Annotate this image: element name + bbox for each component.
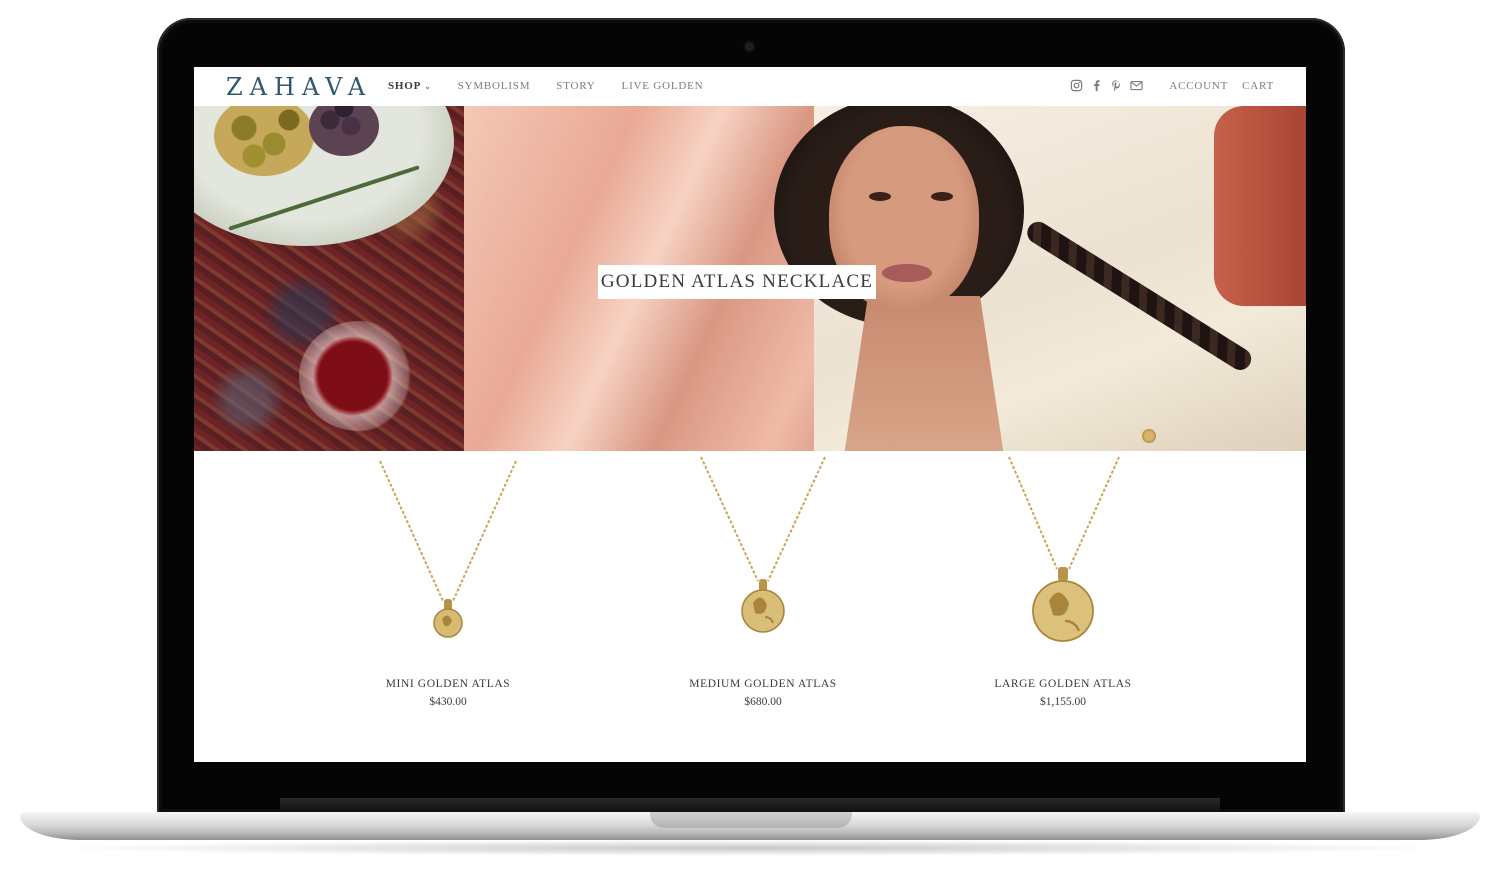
product-name: MEDIUM GOLDEN ATLAS (689, 678, 837, 690)
chevron-down-icon: ⌄ (424, 82, 432, 91)
product-grid: MINI GOLDEN ATLAS $430.00 MEDIUM GOLDEN … (194, 451, 1306, 762)
laptop-shadow (40, 840, 1460, 856)
browser-screen: ZAHAVA SHOP ⌄ SYMBOLISM STORY LIVE GOLDEN (194, 67, 1306, 762)
product-card-large[interactable]: LARGE GOLDEN ATLAS $1,155.00 (953, 451, 1173, 708)
top-navbar: ZAHAVA SHOP ⌄ SYMBOLISM STORY LIVE GOLDEN (194, 67, 1306, 106)
nav-item-story[interactable]: STORY (556, 80, 595, 92)
pendant-illustration (1142, 429, 1156, 443)
product-name: MINI GOLDEN ATLAS (385, 678, 511, 690)
main-nav: SHOP ⌄ SYMBOLISM STORY LIVE GOLDEN (388, 80, 729, 92)
nav-utilities: ACCOUNT CART (1070, 79, 1274, 92)
email-icon[interactable] (1130, 79, 1143, 92)
eye-illustration (869, 192, 891, 201)
eye-illustration (931, 192, 953, 201)
product-price: $680.00 (744, 696, 782, 708)
nav-item-live-golden[interactable]: LIVE GOLDEN (622, 80, 704, 92)
hero-banner: GOLDEN ATLAS NECKLACE (194, 106, 1306, 451)
product-price: $430.00 (429, 696, 467, 708)
instagram-icon[interactable] (1070, 79, 1083, 92)
lips-illustration (882, 264, 932, 282)
hero-title[interactable]: GOLDEN ATLAS NECKLACE (598, 265, 876, 299)
neck-illustration (844, 296, 1004, 451)
cart-link[interactable]: CART (1242, 80, 1274, 92)
nav-item-symbolism[interactable]: SYMBOLISM (458, 80, 531, 92)
necklace-image (1008, 456, 1120, 642)
wine-glass-illustration (299, 321, 419, 431)
nav-item-shop[interactable]: SHOP ⌄ (388, 80, 432, 92)
product-name: LARGE GOLDEN ATLAS (994, 678, 1132, 690)
product-card-medium[interactable]: MEDIUM GOLDEN ATLAS $680.00 (653, 451, 873, 708)
laptop-notch (650, 812, 852, 828)
pillow-illustration (1214, 106, 1306, 306)
facebook-icon[interactable] (1090, 79, 1103, 92)
brand-logo[interactable]: ZAHAVA (226, 73, 372, 101)
product-card-mini[interactable]: MINI GOLDEN ATLAS $430.00 (338, 451, 558, 708)
social-links (1070, 79, 1143, 92)
pinterest-icon[interactable] (1110, 79, 1123, 92)
necklace-image (700, 456, 826, 633)
webcam-icon (745, 42, 754, 51)
necklace-image (379, 460, 517, 638)
nav-item-label: SHOP (388, 80, 422, 92)
laptop-hinge (280, 798, 1220, 812)
product-price: $1,155.00 (1040, 696, 1086, 708)
account-link[interactable]: ACCOUNT (1169, 80, 1228, 92)
